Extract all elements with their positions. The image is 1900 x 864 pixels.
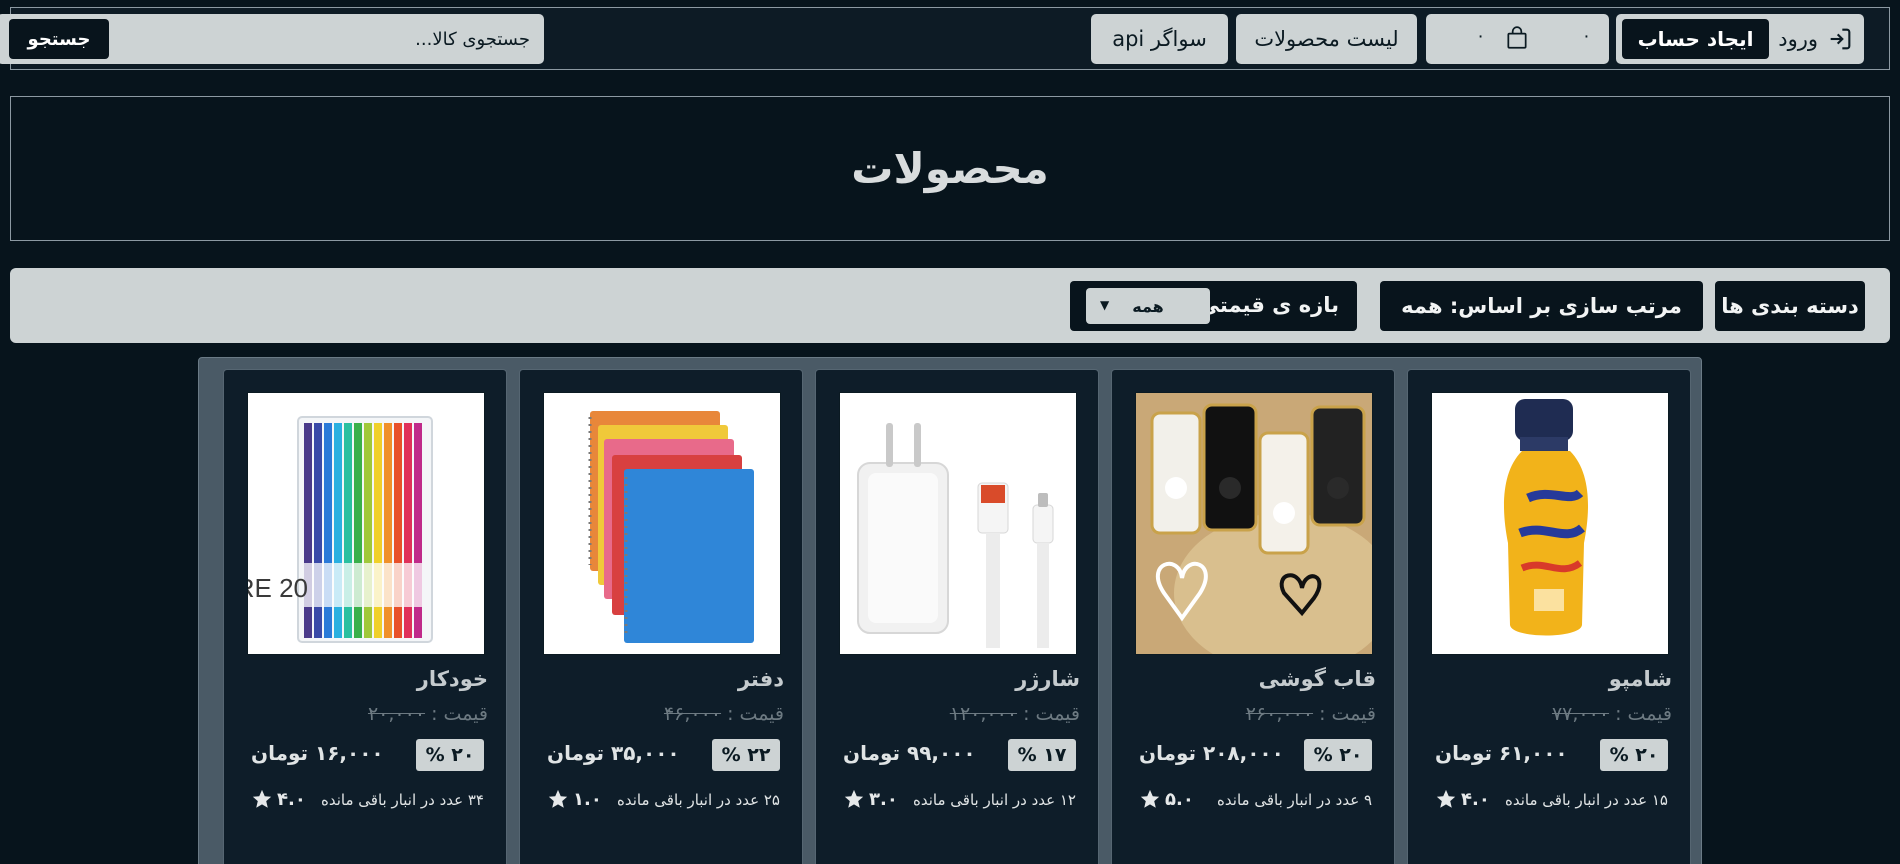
rating-value: ۵.۰ — [1165, 788, 1194, 810]
old-price: ۴۶,۰۰۰ — [663, 703, 722, 725]
signup-button[interactable]: ایجاد حساب — [1622, 19, 1769, 59]
old-price: ۷۷,۰۰۰ — [1551, 703, 1610, 725]
cart-count: ۰ — [1581, 26, 1591, 46]
product-name: شامپو — [1608, 667, 1672, 691]
rating-value: ۴.۰ — [1461, 788, 1490, 810]
products-panel: شامپو قیمت : ۷۷,۰۰۰ ۲۰ % ۶۱,۰۰۰ تومان ۱۵… — [198, 357, 1702, 864]
products-list-link[interactable]: لیست محصولات — [1236, 14, 1417, 64]
price-range-value: همه — [1132, 296, 1164, 316]
price-label: قیمت : — [727, 703, 784, 725]
rating: ۴.۰ — [1435, 788, 1490, 810]
price-label: قیمت : — [431, 703, 488, 725]
stock-info: ۹ عدد در انبار باقی مانده — [1217, 791, 1372, 809]
price-label: قیمت : — [1023, 703, 1080, 725]
product-price-line: قیمت : ۷۷,۰۰۰ — [1552, 703, 1672, 725]
gel-pens-image: PURE 20 — [247, 416, 433, 643]
final-price: ۱۶,۰۰۰ تومان — [251, 741, 384, 765]
product-price-line: قیمت : ۲۰,۰۰۰ — [368, 703, 488, 725]
cart-button[interactable]: ۰ ۰ — [1426, 14, 1609, 64]
product-price-line: قیمت : ۴۶,۰۰۰ — [664, 703, 784, 725]
product-card[interactable]: شامپو قیمت : ۷۷,۰۰۰ ۲۰ % ۶۱,۰۰۰ تومان ۱۵… — [1407, 369, 1691, 864]
price-label: قیمت : — [1319, 703, 1376, 725]
product-image — [1135, 392, 1373, 655]
charger-image — [857, 423, 1054, 648]
price-range-select[interactable]: همه ▼ — [1086, 288, 1210, 324]
price-label: قیمت : — [1615, 703, 1672, 725]
product-name: خودکار — [416, 667, 488, 691]
discount-badge: ۲۰ % — [1304, 739, 1372, 771]
cart-total: ۰ — [1476, 26, 1486, 46]
search-button[interactable]: جستجو — [9, 19, 109, 59]
shopping-bag-icon — [1507, 26, 1527, 49]
product-card[interactable]: شارژر قیمت : ۱۲۰,۰۰۰ ۱۷ % ۹۹,۰۰۰ تومان ۱… — [815, 369, 1099, 864]
account-group: ورود ایجاد حساب — [1616, 14, 1864, 64]
discount-badge: ۲۰ % — [416, 739, 484, 771]
product-card[interactable]: قاب گوشی قیمت : ۲۶۰,۰۰۰ ۲۰ % ۲۰۸,۰۰۰ توم… — [1111, 369, 1395, 864]
product-image — [1431, 392, 1669, 655]
categories-button[interactable]: دسته بندی ها — [1715, 281, 1865, 331]
login-icon — [1830, 28, 1851, 50]
stock-info: ۳۴ عدد در انبار باقی مانده — [320, 791, 484, 809]
stock-info: ۲۵ عدد در انبار باقی مانده — [616, 791, 780, 809]
product-name: قاب گوشی — [1258, 667, 1376, 691]
top-navbar: ورود ایجاد حساب ۰ ۰ لیست محصولات سواگر a… — [0, 7, 1890, 70]
rating-value: ۳.۰ — [869, 788, 898, 810]
discount-badge: ۱۷ % — [1008, 739, 1076, 771]
swagger-api-link[interactable]: سواگر api — [1091, 14, 1228, 64]
star-icon — [1436, 789, 1456, 808]
star-icon — [1140, 789, 1160, 808]
rating: ۳.۰ — [843, 788, 898, 810]
chevron-down-icon: ▼ — [1100, 298, 1110, 312]
stock-info: ۱۲ عدد در انبار باقی مانده — [912, 791, 1076, 809]
final-price: ۹۹,۰۰۰ تومان — [843, 741, 976, 765]
old-price: ۲۰,۰۰۰ — [367, 703, 426, 725]
old-price: ۱۲۰,۰۰۰ — [949, 703, 1018, 725]
product-price-line: قیمت : ۲۶۰,۰۰۰ — [1246, 703, 1376, 725]
product-card[interactable]: دفتر قیمت : ۴۶,۰۰۰ ۲۲ % ۳۵,۰۰۰ تومان ۲۵ … — [519, 369, 803, 864]
page-title: محصولات — [851, 144, 1049, 193]
product-image: PURE 20 — [247, 392, 485, 655]
pens-brand-text: PURE 20 — [247, 573, 308, 603]
rating: ۵.۰ — [1139, 788, 1194, 810]
price-range-filter: بازه ی قیمتی : همه ▼ — [1070, 281, 1357, 331]
final-price: ۶۱,۰۰۰ تومان — [1435, 741, 1568, 765]
product-image — [543, 392, 781, 655]
product-price-line: قیمت : ۱۲۰,۰۰۰ — [950, 703, 1080, 725]
notebooks-image — [588, 411, 754, 643]
login-button[interactable]: ورود — [1778, 14, 1854, 64]
phone-cases-image — [1136, 393, 1372, 654]
sort-button[interactable]: مرتب سازی بر اساس: همه — [1380, 281, 1703, 331]
old-price: ۲۶۰,۰۰۰ — [1245, 703, 1314, 725]
rating-value: ۱.۰ — [573, 788, 602, 810]
star-icon — [844, 789, 864, 808]
product-name: دفتر — [737, 667, 784, 691]
filter-bar: دسته بندی ها مرتب سازی بر اساس: همه بازه… — [10, 268, 1890, 343]
stock-info: ۱۵ عدد در انبار باقی مانده — [1504, 791, 1668, 809]
page-title-banner: محصولات — [10, 96, 1890, 241]
search-input[interactable] — [150, 14, 530, 64]
rating-value: ۴.۰ — [277, 788, 306, 810]
star-icon — [252, 789, 272, 808]
shampoo-bottle-image — [1503, 399, 1589, 636]
product-card[interactable]: PURE 20 خودکار قیمت : ۲۰,۰۰۰ ۲۰ % ۱۶,۰۰۰… — [223, 369, 507, 864]
search-box: جستجو — [0, 14, 544, 64]
rating: ۴.۰ — [251, 788, 306, 810]
product-name: شارژر — [1015, 667, 1080, 691]
discount-badge: ۲۰ % — [1600, 739, 1668, 771]
discount-badge: ۲۲ % — [712, 739, 780, 771]
final-price: ۲۰۸,۰۰۰ تومان — [1139, 741, 1284, 765]
login-label: ورود — [1778, 27, 1818, 51]
star-icon — [548, 789, 568, 808]
rating: ۱.۰ — [547, 788, 602, 810]
final-price: ۳۵,۰۰۰ تومان — [547, 741, 680, 765]
product-image — [839, 392, 1077, 655]
